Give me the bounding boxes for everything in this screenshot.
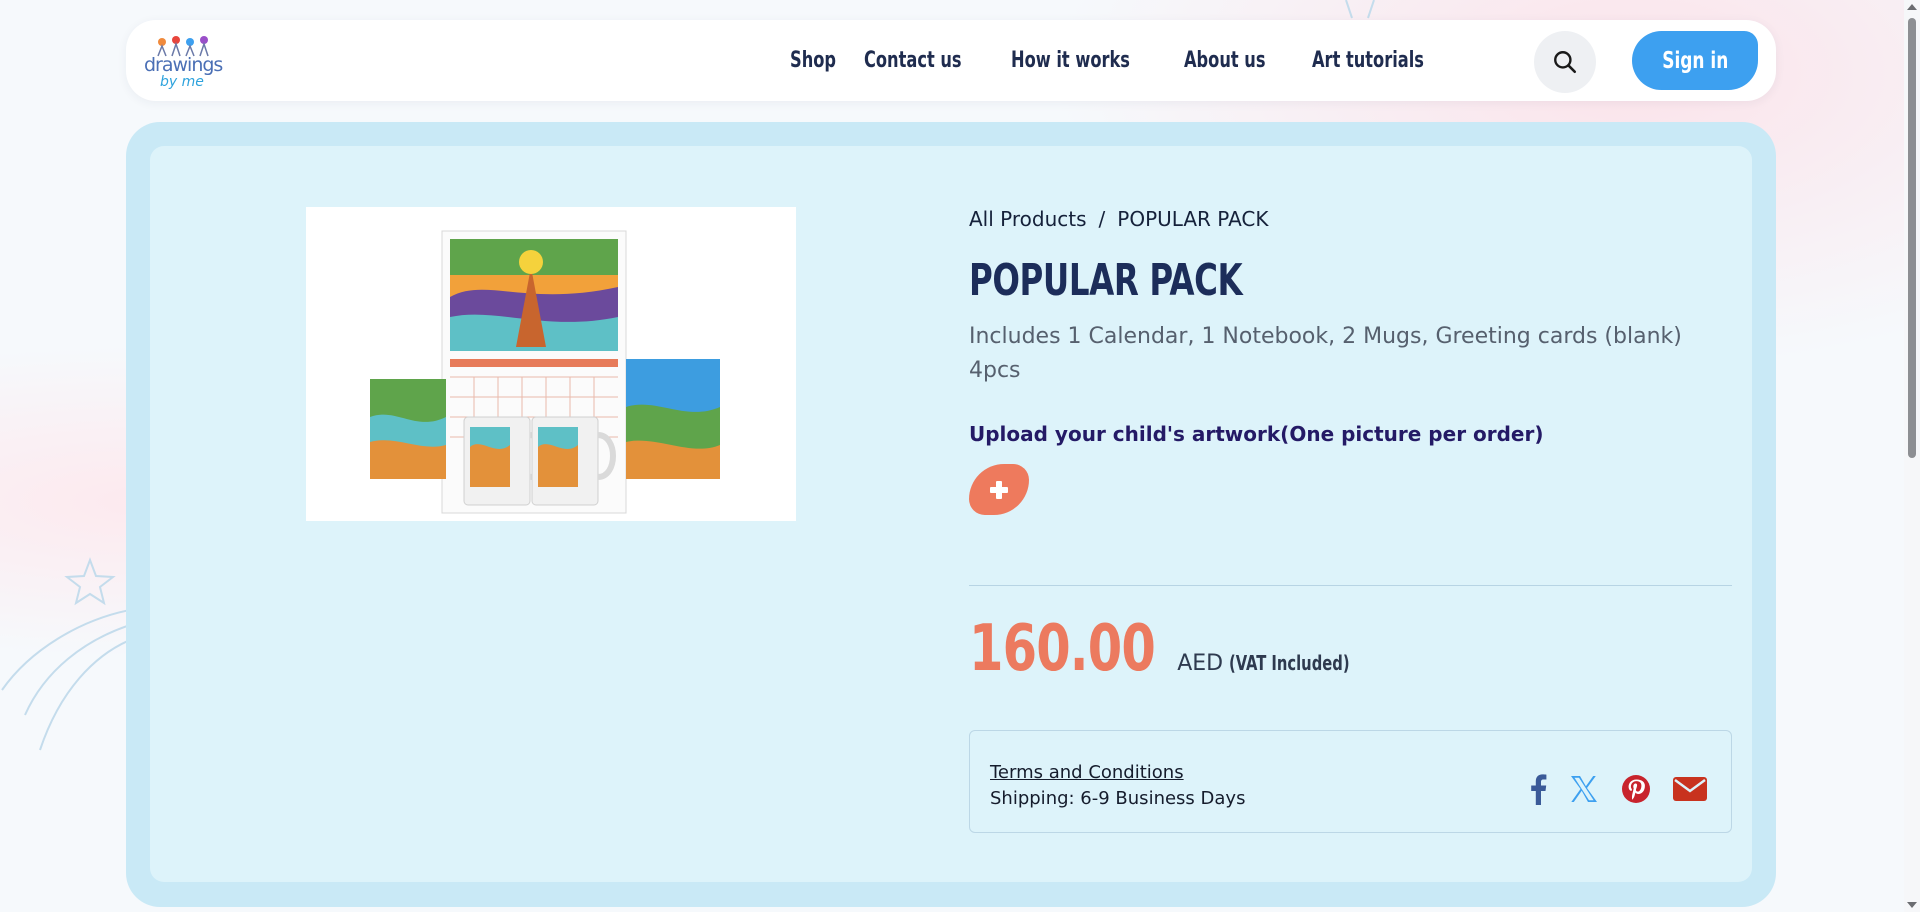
sign-in-label: Sign in (1661, 47, 1729, 74)
product-title: POPULAR PACK (969, 255, 1243, 306)
vat-note: (VAT Included) (1229, 651, 1350, 675)
facebook-icon[interactable] (1529, 773, 1547, 805)
main-nav: Shop Contact us How it works About us Ar… (790, 20, 1448, 101)
divider (969, 585, 1732, 586)
product-image[interactable] (306, 207, 796, 521)
nav-how-it-works[interactable]: How it works (1011, 48, 1130, 73)
scroll-down-arrow[interactable] (1907, 902, 1917, 908)
info-box: Terms and Conditions Shipping: 6-9 Busin… (969, 730, 1732, 833)
product-photo-illustration (370, 230, 720, 514)
pinterest-icon[interactable] (1621, 774, 1651, 804)
site-header: drawings by me Shop Contact us How it wo… (126, 20, 1776, 101)
nav-contact-us[interactable]: Contact us (864, 48, 962, 73)
price-currency: AED (1177, 651, 1224, 676)
nav-shop[interactable]: Shop (790, 48, 836, 73)
search-icon (1554, 51, 1577, 74)
site-logo[interactable]: drawings by me (142, 32, 224, 92)
search-button[interactable] (1534, 31, 1596, 93)
shipping-info: Shipping: 6-9 Business Days (990, 788, 1246, 809)
terms-link[interactable]: Terms and Conditions (990, 762, 1184, 783)
product-description: Includes 1 Calendar, 1 Notebook, 2 Mugs,… (969, 324, 1682, 383)
nav-about-us[interactable]: About us (1184, 48, 1266, 73)
nav-art-tutorials[interactable]: Art tutorials (1312, 48, 1424, 73)
star-decoration (1345, 0, 1375, 19)
product-price: 160.00 (969, 612, 1156, 686)
logo-subtext: by me (160, 74, 204, 90)
sign-in-button[interactable]: Sign in (1632, 31, 1758, 90)
scroll-thumb[interactable] (1908, 18, 1916, 458)
logo-text: drawings (144, 54, 223, 76)
scroll-up-arrow[interactable] (1907, 4, 1917, 10)
shooting-star-decoration (1, 557, 131, 751)
plus-icon (990, 480, 1008, 499)
breadcrumb-separator: / (1098, 207, 1106, 231)
page-scrollbar[interactable] (1904, 0, 1920, 912)
share-links (1529, 773, 1707, 805)
breadcrumb-all-products[interactable]: All Products (969, 207, 1087, 231)
breadcrumb-current: POPULAR PACK (1117, 207, 1269, 231)
upload-artwork-button[interactable] (969, 464, 1029, 515)
breadcrumb: All Products / POPULAR PACK (969, 207, 1732, 231)
price-row: 160.00 AED (VAT Included) (969, 612, 1376, 686)
upload-label: Upload your child's artwork(One picture … (969, 422, 1544, 446)
email-icon[interactable] (1673, 775, 1707, 803)
product-details: All Products / POPULAR PACK POPULAR PACK… (969, 207, 1732, 833)
x-twitter-icon[interactable] (1569, 774, 1599, 804)
